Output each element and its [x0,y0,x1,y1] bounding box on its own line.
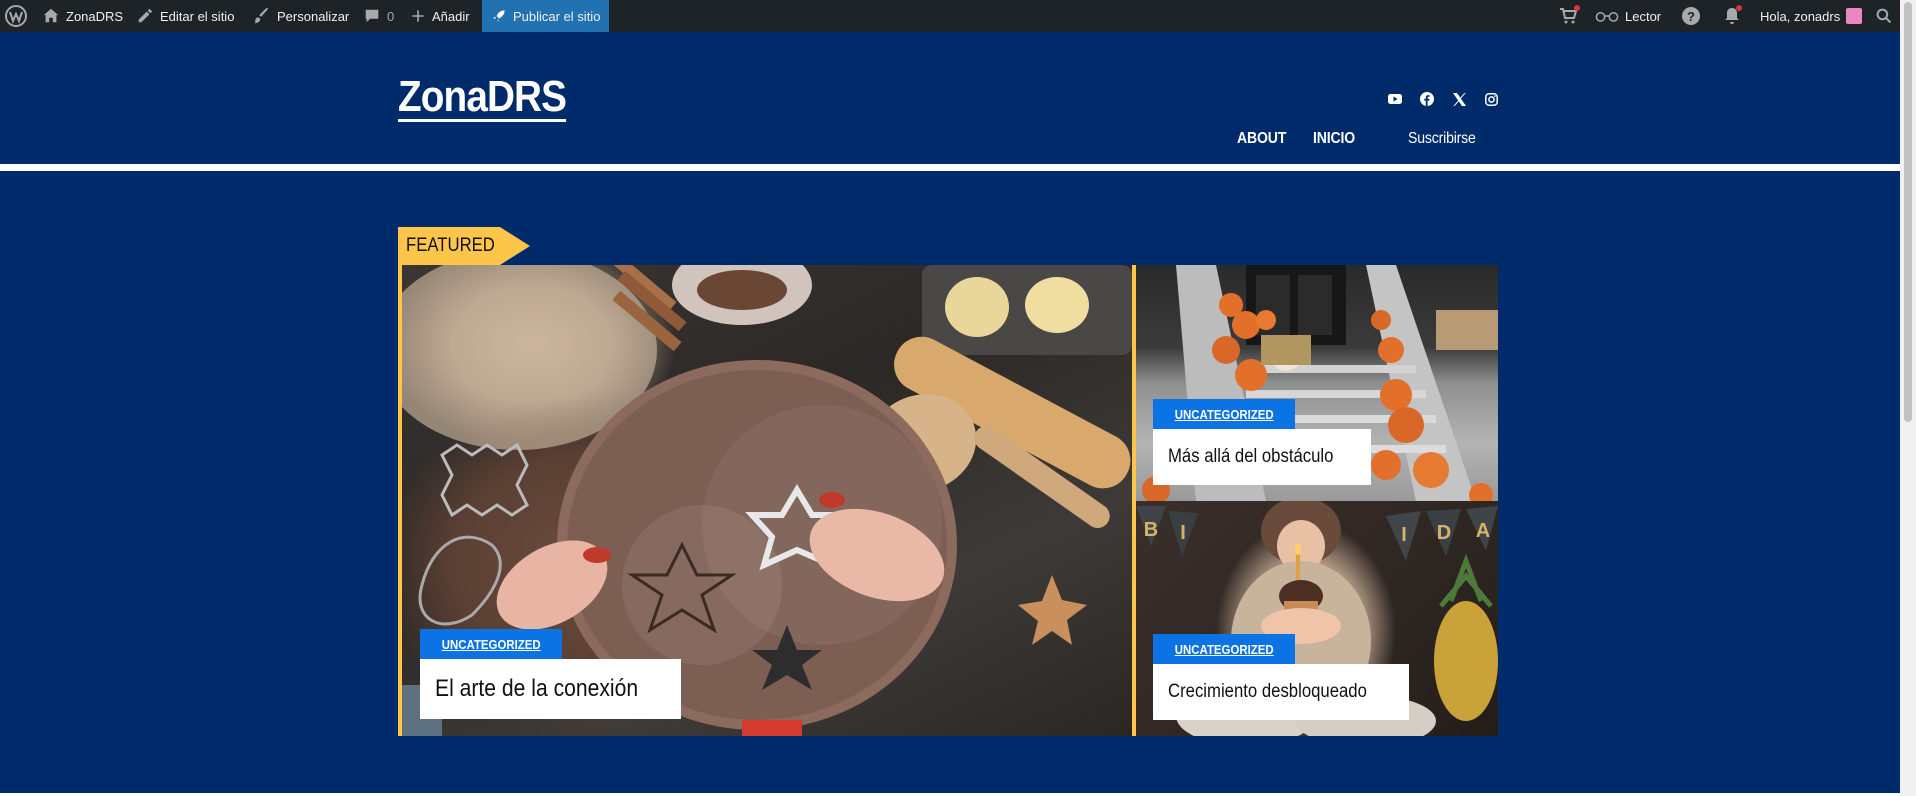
pencil-icon [138,8,153,23]
nav-about[interactable]: ABOUT [1237,130,1286,148]
youtube-icon[interactable] [1386,90,1404,108]
avatar [1846,8,1863,24]
nav-inicio[interactable]: INICIO [1313,130,1355,148]
reader-link[interactable]: Lector [1595,0,1661,32]
page-scrollbar[interactable] [1900,0,1916,796]
customize-link[interactable]: Personalizar [253,0,349,32]
svg-text:A: A [1476,520,1490,542]
comment-icon [365,9,379,23]
featured-post-top[interactable]: UNCATEGORIZED Más allá del obstáculo [1136,265,1498,501]
rocket-icon [493,10,505,22]
post-title-link[interactable]: Crecimiento desbloqueado [1153,664,1410,720]
search-icon[interactable] [1876,0,1892,32]
glasses-icon [1595,12,1619,22]
instagram-icon[interactable] [1482,90,1500,108]
account-menu[interactable]: Hola, zonadrs [1760,0,1863,32]
svg-text:I: I [1180,522,1186,544]
header-divider [0,164,1900,171]
publish-site-button[interactable]: Publicar el sitio [482,0,610,32]
x-icon[interactable] [1450,90,1468,108]
add-new-link[interactable]: Añadir [410,0,470,32]
site-header: ZonaDRS ABOUT INICIO Suscribirse [0,32,1900,164]
notification-dot [1736,5,1742,11]
site-name-link[interactable]: ZonaDRS [42,0,123,32]
plus-icon [412,10,424,22]
svg-text:?: ? [1687,9,1695,24]
post-title-link[interactable]: El arte de la conexión [420,659,681,719]
svg-text:B: B [1144,519,1158,541]
post-title-link[interactable]: Más allá del obstáculo [1153,429,1371,485]
featured-post-main[interactable]: UNCATEGORIZED El arte de la conexión [402,265,1132,736]
facebook-icon[interactable] [1418,90,1436,108]
svg-text:I: I [1401,524,1407,546]
site-title[interactable]: ZonaDRS [398,72,567,122]
wordpress-logo-icon[interactable] [4,0,28,32]
featured-post-bottom[interactable]: B I I D A UNCATEGORIZED Crecimiento desb… [1136,501,1498,736]
cart-notification-dot [1574,5,1580,11]
category-badge[interactable]: UNCATEGORIZED [1153,399,1296,429]
admin-bar: ZonaDRS Editar el sitio Personalizar 0 A… [0,0,1900,32]
edit-site-link[interactable]: Editar el sitio [136,0,234,32]
brush-icon [254,7,269,24]
svg-text:D: D [1437,522,1451,544]
category-badge[interactable]: UNCATEGORIZED [420,629,563,659]
category-badge[interactable]: UNCATEGORIZED [1153,634,1296,664]
scrollbar-thumb[interactable] [1904,2,1912,422]
subscribe-button[interactable]: Suscribirse [1408,130,1476,148]
comments-link[interactable]: 0 [363,0,394,32]
home-icon [43,8,59,23]
help-icon[interactable]: ? [1681,0,1701,32]
